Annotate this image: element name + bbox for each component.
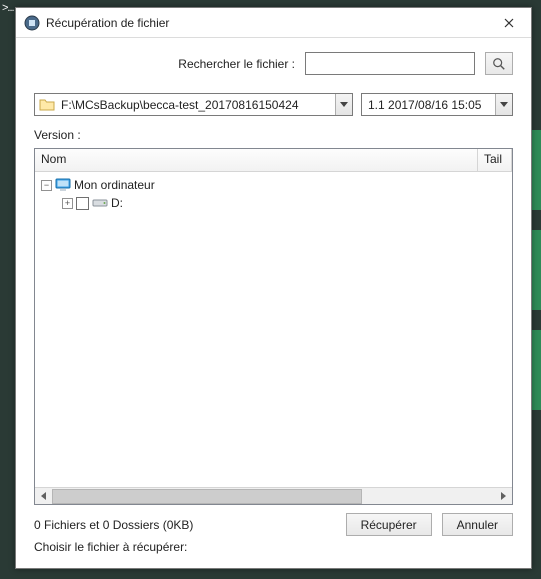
combo-arrow[interactable]: [495, 94, 512, 115]
bg-panel: [531, 230, 541, 310]
combo-arrow[interactable]: [335, 94, 352, 115]
status-text: 0 Fichiers et 0 Dossiers (0KB): [34, 518, 336, 532]
chevron-right-icon: [501, 492, 506, 500]
scroll-track[interactable]: [52, 488, 495, 504]
column-size[interactable]: Tail: [478, 149, 512, 171]
cancel-button[interactable]: Annuler: [442, 513, 513, 536]
file-list: Nom Tail − Mon ordinateur: [34, 148, 513, 505]
recover-button[interactable]: Récupérer: [346, 513, 432, 536]
list-body: − Mon ordinateur +: [35, 172, 512, 487]
tree-toggle[interactable]: +: [62, 198, 73, 209]
computer-icon: [55, 177, 71, 193]
search-button[interactable]: [485, 52, 513, 75]
bg-panel: [531, 130, 541, 210]
horizontal-scrollbar[interactable]: [35, 487, 512, 504]
dialog-window: Récupération de fichier Rechercher le fi…: [15, 7, 532, 569]
backup-path-combo[interactable]: F:\MCsBackup\becca-test_20170816150424: [34, 93, 353, 116]
tree-checkbox[interactable]: [76, 197, 89, 210]
tree-toggle[interactable]: −: [41, 180, 52, 191]
chevron-down-icon: [500, 102, 508, 107]
search-icon: [492, 57, 506, 71]
titlebar[interactable]: Récupération de fichier: [16, 8, 531, 38]
version-text: 1.1 2017/08/16 15:05: [362, 98, 495, 112]
tree-row-drive[interactable]: + D:: [35, 194, 512, 212]
folder-icon: [39, 97, 55, 113]
scroll-left-button[interactable]: [35, 488, 52, 504]
search-input[interactable]: [305, 52, 475, 75]
chevron-down-icon: [340, 102, 348, 107]
drive-icon: [92, 195, 108, 211]
version-combo[interactable]: 1.1 2017/08/16 15:05: [361, 93, 513, 116]
close-icon: [504, 18, 514, 28]
backup-path-text: F:\MCsBackup\becca-test_20170816150424: [59, 98, 335, 112]
search-label: Rechercher le fichier :: [178, 57, 295, 71]
hint-text: Choisir le fichier à récupérer:: [34, 540, 513, 554]
tree-label: Mon ordinateur: [74, 178, 155, 192]
scroll-right-button[interactable]: [495, 488, 512, 504]
scroll-thumb[interactable]: [52, 489, 362, 504]
chevron-left-icon: [41, 492, 46, 500]
version-label: Version :: [34, 128, 513, 142]
list-header: Nom Tail: [35, 149, 512, 172]
bg-text: >...: [2, 2, 14, 14]
tree-row-root[interactable]: − Mon ordinateur: [35, 176, 512, 194]
bg-panel: [531, 330, 541, 410]
window-title: Récupération de fichier: [46, 16, 486, 30]
column-name[interactable]: Nom: [35, 149, 478, 171]
close-button[interactable]: [486, 8, 531, 37]
tree-label: D:: [111, 196, 123, 210]
app-icon: [24, 15, 40, 31]
